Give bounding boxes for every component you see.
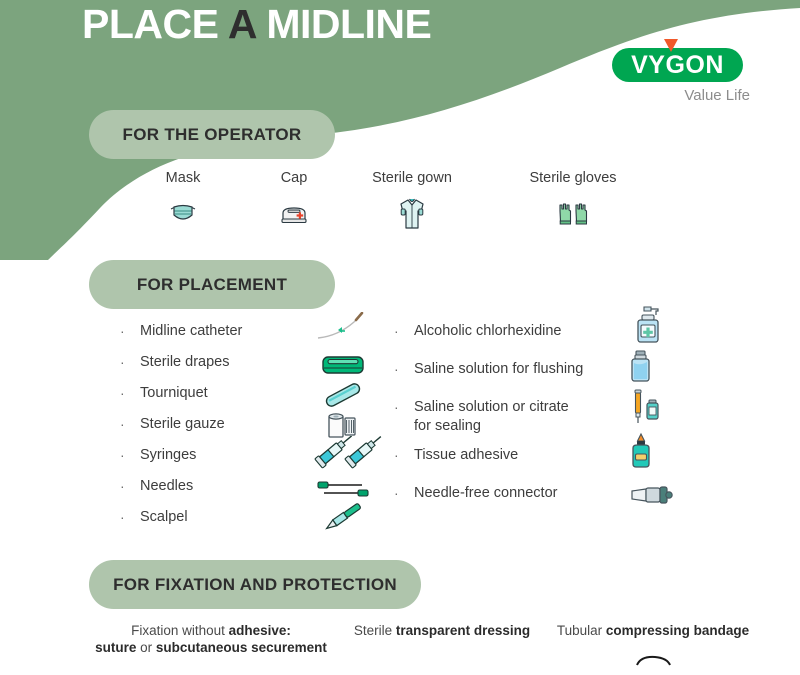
scalpel-icon xyxy=(316,500,370,534)
placement-left-label-3: Sterile gauze xyxy=(140,416,225,432)
list-item: · Scalpel xyxy=(118,503,368,539)
glue-bottle-icon xyxy=(614,432,668,468)
sterile-gown-icon xyxy=(337,198,487,229)
placement-right-label-2: Saline solution or citrate for sealing xyxy=(414,399,569,434)
drapes-icon xyxy=(316,347,370,381)
suture-icon xyxy=(95,664,327,675)
operator-item-gloves-label: Sterile gloves xyxy=(529,170,617,186)
operator-items-row: Mask Cap Sterile gown Sterile gloves xyxy=(100,170,720,240)
fixation-item-bandage-label: Tubular compressing bandage xyxy=(556,623,750,638)
section-header-operator: FOR THE OPERATOR xyxy=(89,110,335,159)
placement-left-label-0: Midline catheter xyxy=(140,323,243,339)
placement-left-label-2: Tourniquet xyxy=(140,385,208,401)
title-part-midline: MIDLINE xyxy=(255,1,432,47)
placement-right-label-3: Tissue adhesive xyxy=(414,447,519,463)
bullet: · xyxy=(394,447,399,463)
placement-left-label-1: Sterile drapes xyxy=(140,354,230,370)
placement-left-label-4: Syringes xyxy=(140,447,197,463)
syringe-and-vial-icon xyxy=(622,389,676,424)
bullet: · xyxy=(394,323,399,339)
needle-free-connector-icon xyxy=(624,478,678,512)
fixation-item-bandage: Tubular compressing bandage xyxy=(553,622,753,675)
fixation-item-dressing-label: Sterile transparent dressing xyxy=(353,623,531,638)
logo-pill: VYGON xyxy=(612,39,743,82)
bullet: · xyxy=(394,361,399,377)
bullet: · xyxy=(120,323,125,339)
logo-wordmark: VYGON xyxy=(631,50,724,79)
placement-left-label-5: Needles xyxy=(140,478,194,494)
infographic-page: EQUIPMENT REQUIRED TO PLACE A MIDLINE VY… xyxy=(0,0,800,675)
section-header-fixation: FOR FIXATION AND PROTECTION xyxy=(89,560,421,609)
sterile-gloves-icon xyxy=(498,199,648,229)
antiseptic-pump-bottle-icon xyxy=(622,306,676,343)
tubular-bandage-icon xyxy=(553,651,753,675)
placement-left-label-6: Scalpel xyxy=(140,509,188,525)
list-item: · Needle-free connector xyxy=(392,484,682,522)
placement-right-label-1: Saline solution for flushing xyxy=(414,361,584,377)
bullet: · xyxy=(394,485,399,501)
fixation-item-suture-label: Fixation without adhesive: suture or subc… xyxy=(95,623,327,655)
syringes-icon xyxy=(314,436,386,470)
vygon-logo: VYGON Value Life xyxy=(612,39,757,104)
fixation-items-row: Fixation without adhesive: suture or subc… xyxy=(95,622,755,675)
logo-tagline: Value Life xyxy=(684,87,750,104)
placement-right-label-0: Alcoholic chlorhexidine xyxy=(414,323,562,339)
section-header-fixation-label: FOR FIXATION AND PROTECTION xyxy=(113,574,397,594)
placement-right-label-4: Needle-free connector xyxy=(414,485,558,501)
fixation-item-suture: Fixation without adhesive: suture or subc… xyxy=(95,622,327,675)
bullet: · xyxy=(120,478,125,494)
section-header-placement-label: FOR PLACEMENT xyxy=(136,274,288,294)
saline-vial-icon xyxy=(614,350,668,384)
bullet: · xyxy=(120,385,125,401)
bullet: · xyxy=(120,354,125,370)
fixation-item-dressing: Sterile transparent dressing xyxy=(347,622,537,673)
bullet: · xyxy=(120,447,125,463)
operator-item-gloves: Sterile gloves xyxy=(498,170,648,229)
section-header-operator-label: FOR THE OPERATOR xyxy=(122,124,302,144)
logo-triangle-icon xyxy=(664,39,678,52)
title-part-a: A xyxy=(227,1,256,47)
catheter-icon xyxy=(316,312,370,346)
placement-list-right: · Alcoholic chlorhexidine · Saline solut… xyxy=(392,306,682,522)
section-header-placement: FOR PLACEMENT xyxy=(89,260,335,309)
operator-item-gown: Sterile gown xyxy=(337,170,487,229)
transparent-dressing-icon xyxy=(347,647,537,673)
tourniquet-icon xyxy=(316,378,370,412)
operator-item-gown-label: Sterile gown xyxy=(372,170,452,186)
bullet: · xyxy=(120,416,125,432)
title-line-2: PLACE A MIDLINE xyxy=(82,1,722,48)
page-title: EQUIPMENT REQUIRED TO PLACE A MIDLINE xyxy=(82,0,722,48)
placement-list-left: · Midline catheter · Sterile drapes · To… xyxy=(118,312,382,539)
bullet: · xyxy=(120,509,125,525)
bullet: · xyxy=(394,399,399,415)
title-part-place: PLACE xyxy=(82,1,228,47)
